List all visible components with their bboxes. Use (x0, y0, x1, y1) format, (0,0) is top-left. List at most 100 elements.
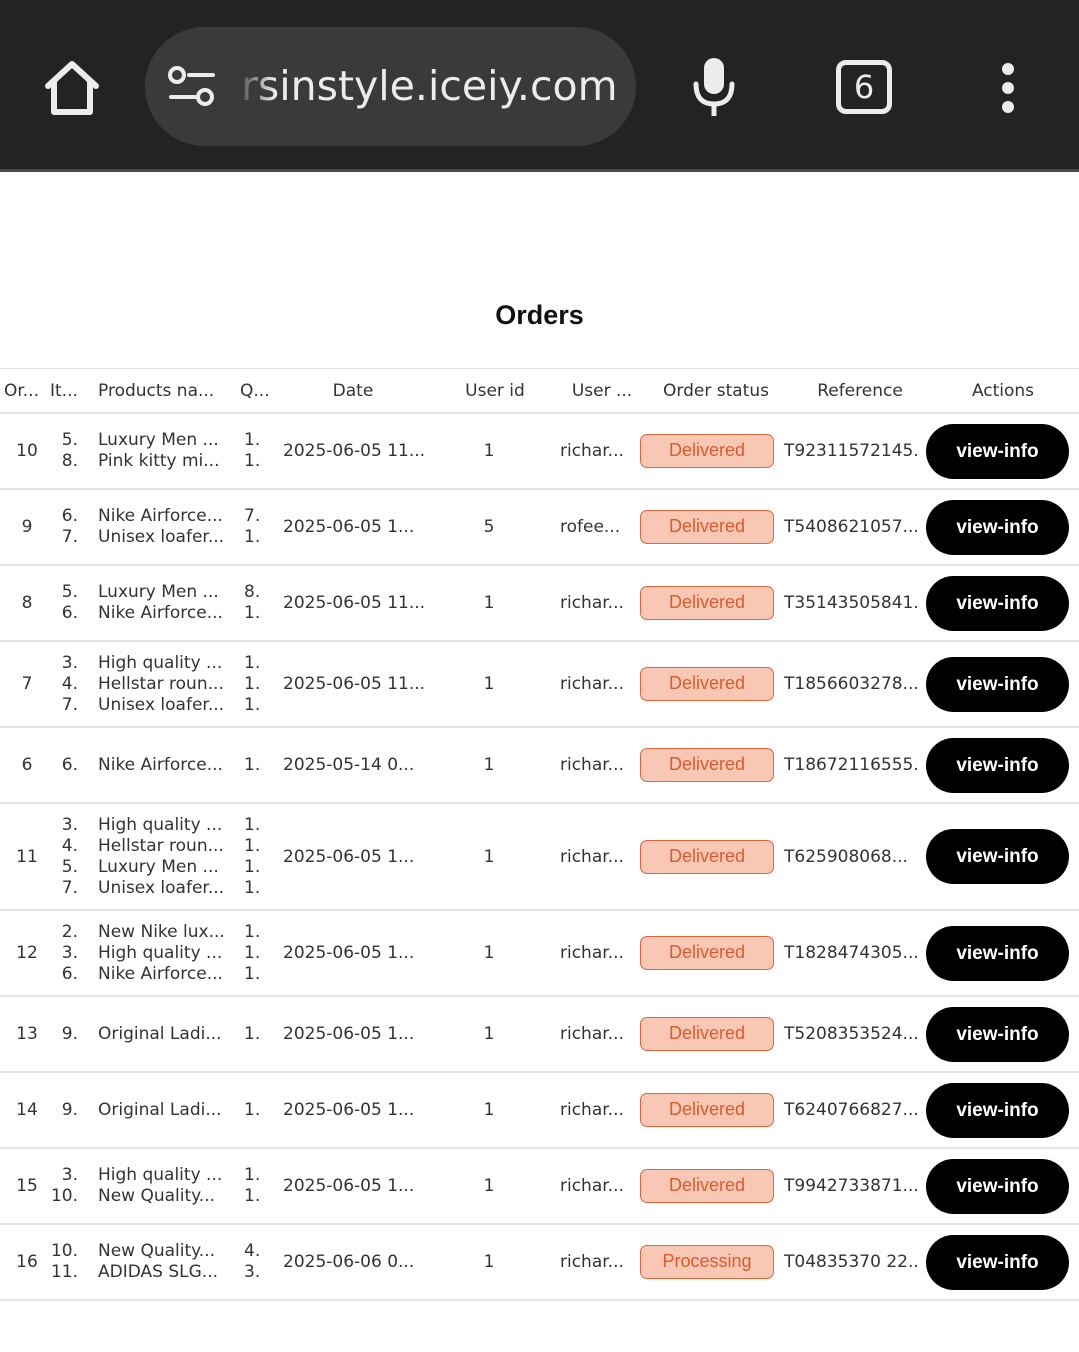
date-cell: 2025-06-05 1... (283, 517, 415, 537)
status-badge: Delivered (640, 839, 774, 874)
header-date[interactable]: Date (283, 369, 423, 412)
url-text[interactable]: rsinstyle.iceiy.com (241, 57, 621, 115)
order-status-cell: Delivered (640, 997, 774, 1071)
actions-cell: view-info (926, 566, 1069, 640)
header-qty[interactable]: Q... (240, 369, 274, 412)
quantity-cell: 1. (244, 728, 274, 802)
actions-cell: view-info (926, 911, 1069, 995)
quantity-cell: 1. 1. 1. (244, 642, 274, 726)
actions-cell: view-info (926, 642, 1069, 726)
order-status-cell: Delivered (640, 728, 774, 802)
status-badge: Delivered (640, 586, 774, 620)
address-bar[interactable]: rsinstyle.iceiy.com (145, 27, 636, 146)
view-info-button[interactable]: view-info (926, 1234, 1069, 1290)
order-id-cell: 9 (21, 517, 33, 537)
view-info-button[interactable]: view-info (926, 925, 1069, 981)
order-id-cell: 6 (21, 755, 33, 775)
header-order-status[interactable]: Order status (650, 369, 782, 412)
table-row: 16 10. 11. New Quality... ADIDAS SLG... 4. 3. 2… (0, 1225, 1079, 1301)
more-menu-icon[interactable] (994, 60, 1022, 116)
product-name-cell-line: Hellstar roun... (98, 673, 224, 694)
item-id-cell-line: 10. (52, 1186, 78, 1206)
actions-cell: view-info (926, 1149, 1069, 1223)
header-products[interactable]: Products na... (98, 369, 228, 412)
user-id-cell: 1 (483, 441, 495, 461)
quantity-cell-line: 1. (244, 856, 261, 877)
view-info-button[interactable]: view-info (926, 499, 1069, 555)
item-id-cell: 9. (52, 997, 88, 1071)
reference-cell: T04835370 22... (784, 1252, 918, 1272)
item-id-cell-line: 6. (61, 603, 78, 623)
date-cell: 2025-06-05 11... (283, 674, 426, 694)
view-info-button[interactable]: view-info (926, 737, 1069, 793)
quantity-cell-line: 1. (244, 673, 261, 694)
reference-cell: T1828474305... (784, 943, 918, 963)
product-name-cell-line: New Nike lux... (98, 921, 225, 942)
product-name-cell: New Nike lux... High quality ... Nike Airf… (98, 911, 238, 995)
home-icon[interactable] (40, 56, 104, 120)
product-name-cell-line: Unisex loafer... (98, 694, 225, 715)
table-row: 14 9. Original Ladi... 1. 2025-06-05 1... 1 ri… (0, 1073, 1079, 1149)
quantity-cell: 8. 1. (244, 566, 274, 640)
tab-switcher-button[interactable]: 6 (836, 60, 892, 114)
view-info-button[interactable]: view-info (926, 423, 1069, 479)
order-id-cell: 11 (16, 846, 38, 867)
quantity-cell-line: 1. (244, 430, 261, 450)
table-row: 10 5. 8. Luxury Men ... Pink kitty mi... 1. 1.… (0, 414, 1079, 490)
quantity-cell-line: 8. (244, 582, 261, 602)
order-status-cell: Delivered (640, 566, 774, 640)
date-cell: 2025-06-05 11... (283, 441, 426, 461)
quantity-cell-line: 1. (244, 754, 261, 775)
user-id-cell: 1 (483, 1176, 495, 1196)
user-id-cell: 5 (483, 517, 495, 537)
order-id-cell: 15 (16, 1176, 38, 1196)
actions-cell: view-info (926, 490, 1069, 564)
item-id-cell-line: 2. (61, 921, 78, 942)
date-cell: 2025-06-05 1... (283, 846, 415, 867)
product-name-cell: Luxury Men ... Pink kitty mi... (98, 414, 238, 488)
header-reference[interactable]: Reference (790, 369, 930, 412)
item-id-cell-line: 11. (52, 1262, 78, 1282)
product-name-cell-line: High quality ... (98, 652, 223, 673)
item-id-cell-line: 5. (61, 430, 78, 450)
table-row: 15 3. 10. High quality ... New Quality... 1. 1… (0, 1149, 1079, 1225)
product-name-cell-line: Pink kitty mi... (98, 451, 220, 471)
item-id-cell: 6. (52, 728, 88, 802)
view-info-button[interactable]: view-info (926, 829, 1069, 884)
product-name-cell: High quality ... Hellstar roun... Luxury M… (98, 804, 238, 909)
header-user-id[interactable]: User id (455, 369, 535, 412)
view-info-button[interactable]: view-info (926, 1006, 1069, 1062)
quantity-cell-line: 1. (244, 652, 261, 673)
user-name-cell: richar... (560, 846, 624, 867)
user-id-cell: 1 (483, 674, 495, 694)
microphone-icon[interactable] (688, 54, 740, 120)
reference-cell: T5408621057... (784, 517, 918, 537)
view-info-button[interactable]: view-info (926, 1158, 1069, 1214)
item-id-cell-line: 4. (61, 835, 78, 856)
user-name-cell: richar... (560, 755, 624, 775)
product-name-cell-line: Unisex loafer... (98, 527, 225, 547)
status-badge: Delivered (640, 667, 774, 701)
actions-cell: view-info (926, 414, 1069, 488)
user-name-cell: rofee... (560, 517, 621, 537)
site-settings-icon[interactable] (167, 65, 217, 109)
order-status-cell: Delivered (640, 642, 774, 726)
header-order[interactable]: Or... (4, 369, 50, 412)
user-name-cell: richar... (560, 674, 624, 694)
product-name-cell: New Quality... ADIDAS SLG... (98, 1225, 238, 1299)
view-info-button[interactable]: view-info (926, 656, 1069, 712)
actions-cell: view-info (926, 1225, 1069, 1299)
header-item[interactable]: It... (50, 369, 86, 412)
status-badge: Delivered (640, 1093, 774, 1127)
view-info-button[interactable]: view-info (926, 1082, 1069, 1138)
view-info-button[interactable]: view-info (926, 575, 1069, 631)
reference-cell: T18672116555... (784, 755, 918, 775)
header-user-name[interactable]: User ... (562, 369, 642, 412)
status-badge: Delivered (640, 510, 774, 544)
quantity-cell: 1. (244, 1073, 274, 1147)
product-name-cell-line: Nike Airforce... (98, 506, 223, 526)
order-status-cell: Processing (640, 1225, 774, 1299)
order-id-cell: 12 (16, 943, 38, 963)
quantity-cell-line: 1. (244, 694, 261, 715)
order-id-cell: 14 (16, 1100, 38, 1120)
